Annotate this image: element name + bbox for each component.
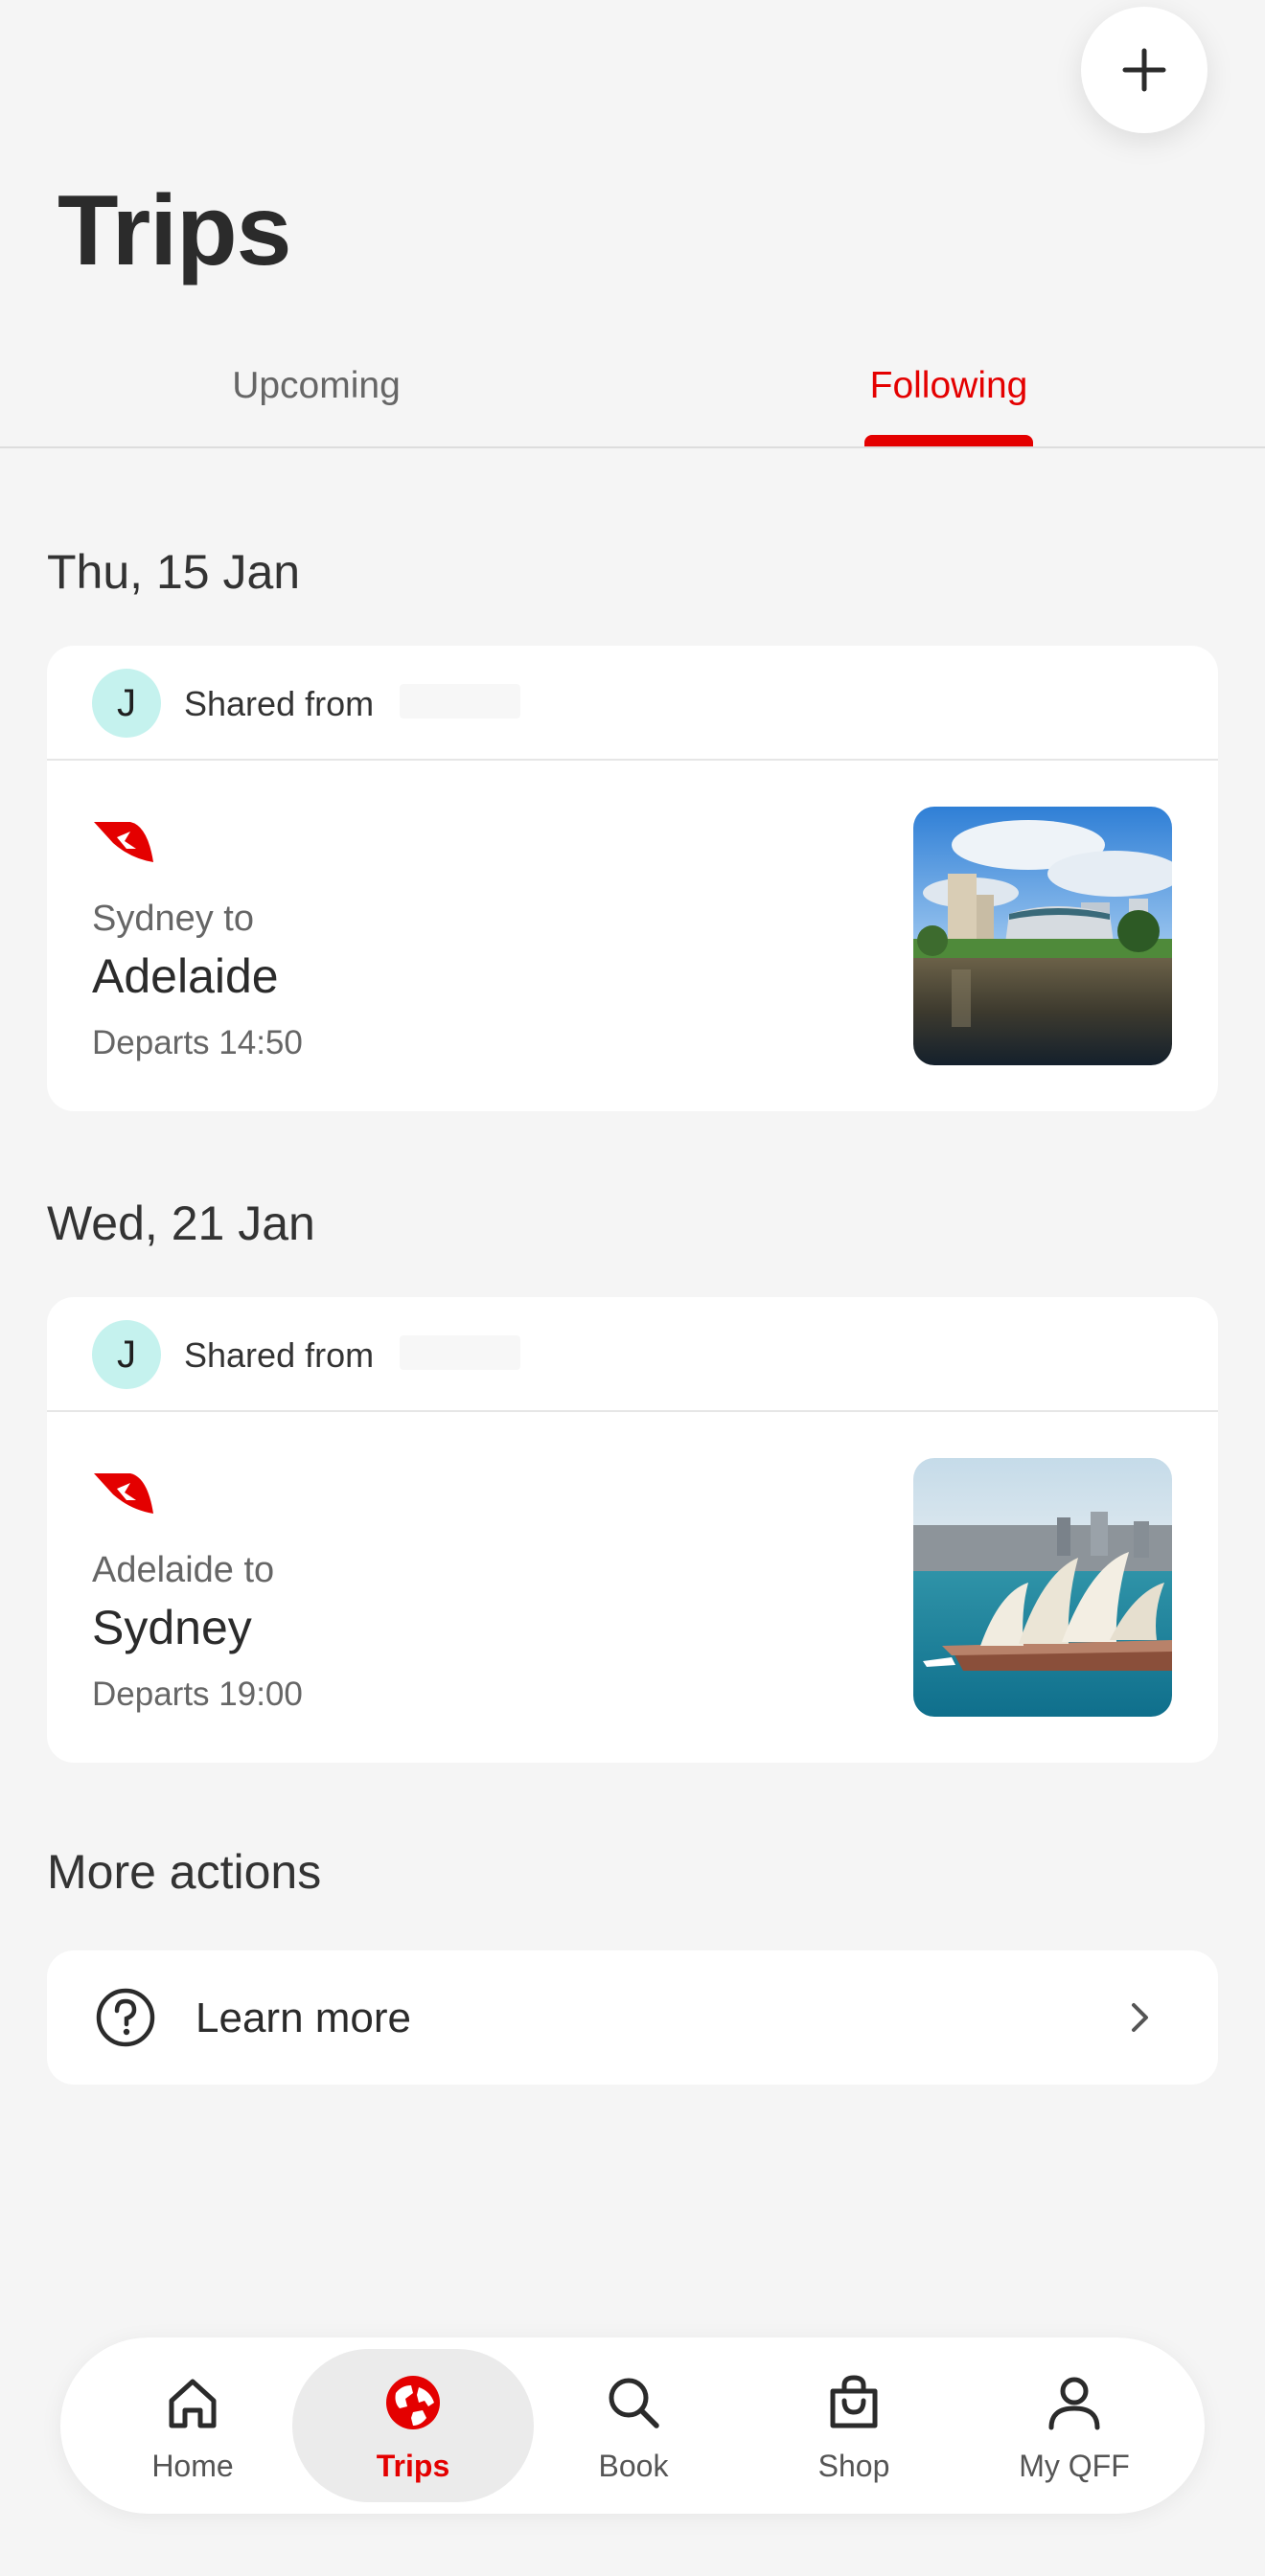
trip-details: Adelaide to Sydney Departs 19:00	[47, 1412, 1218, 1761]
trip-date-heading: Wed, 21 Jan	[47, 1197, 315, 1250]
trip-tabs: Upcoming Following	[0, 326, 1265, 448]
avatar: J	[92, 1320, 161, 1389]
nav-my-qff[interactable]: My QFF	[964, 2337, 1184, 2514]
shared-from-row: J Shared from	[47, 1297, 1218, 1412]
avatar: J	[92, 669, 161, 738]
more-actions-heading: More actions	[47, 1845, 322, 1899]
globe-icon	[386, 2376, 440, 2429]
trip-destination: Sydney	[92, 1601, 252, 1654]
sydney-opera-house-photo	[913, 1458, 1172, 1717]
trip-origin: Sydney to	[92, 899, 254, 939]
trip-destination: Adelaide	[92, 949, 279, 1003]
tab-upcoming[interactable]: Upcoming	[0, 326, 632, 446]
sharer-name-redacted	[400, 1335, 520, 1370]
tab-following-label: Following	[869, 365, 1028, 406]
person-icon	[1048, 2377, 1100, 2430]
help-circle-icon	[96, 1988, 155, 2047]
trip-card[interactable]: J Shared from Sydney to Adelaide Departs…	[47, 646, 1218, 1111]
nav-shop[interactable]: Shop	[744, 2337, 964, 2514]
home-icon	[169, 2379, 217, 2428]
nav-home[interactable]: Home	[82, 2337, 303, 2514]
nav-book[interactable]: Book	[523, 2337, 744, 2514]
search-icon	[609, 2378, 659, 2428]
sharer-name-redacted	[400, 684, 520, 718]
shopping-bag-icon	[830, 2375, 878, 2428]
trip-origin: Adelaide to	[92, 1550, 275, 1590]
page-title: Trips	[58, 175, 292, 286]
tab-following[interactable]: Following	[632, 326, 1265, 446]
qantas-logo-icon	[94, 1473, 153, 1514]
trip-details: Sydney to Adelaide Departs 14:50	[47, 761, 1218, 1109]
shared-from-label: Shared from	[184, 684, 375, 723]
shared-from-label: Shared from	[184, 1335, 375, 1375]
trip-card[interactable]: J Shared from Adelaide to Sydney Departs…	[47, 1297, 1218, 1763]
nav-trips-label: Trips	[376, 2449, 450, 2483]
nav-my-qff-label: My QFF	[1019, 2449, 1130, 2483]
adelaide-city-photo	[913, 807, 1172, 1065]
add-trip-button[interactable]	[1081, 7, 1208, 133]
nav-shop-label: Shop	[817, 2449, 890, 2483]
destination-image	[913, 807, 1172, 1065]
nav-book-label: Book	[598, 2449, 669, 2483]
plus-icon	[1122, 48, 1166, 92]
trip-departure-time: Departs 19:00	[92, 1676, 303, 1713]
bottom-navigation: Home Trips Book Shop My QFF	[60, 2337, 1205, 2514]
trips-screen: Trips Upcoming Following Thu, 15 Jan J S…	[0, 0, 1265, 2576]
nav-trips[interactable]: Trips	[303, 2337, 523, 2514]
chevron-right-icon	[1132, 2003, 1148, 2032]
learn-more-label: Learn more	[196, 1995, 412, 2041]
destination-image	[913, 1458, 1172, 1717]
active-tab-indicator	[864, 435, 1033, 446]
trip-date-heading: Thu, 15 Jan	[47, 545, 301, 599]
qantas-logo-icon	[94, 822, 153, 862]
nav-home-label: Home	[151, 2449, 234, 2483]
learn-more-button[interactable]: Learn more	[47, 1950, 1218, 2085]
shared-from-row: J Shared from	[47, 646, 1218, 761]
trip-departure-time: Departs 14:50	[92, 1024, 303, 1061]
